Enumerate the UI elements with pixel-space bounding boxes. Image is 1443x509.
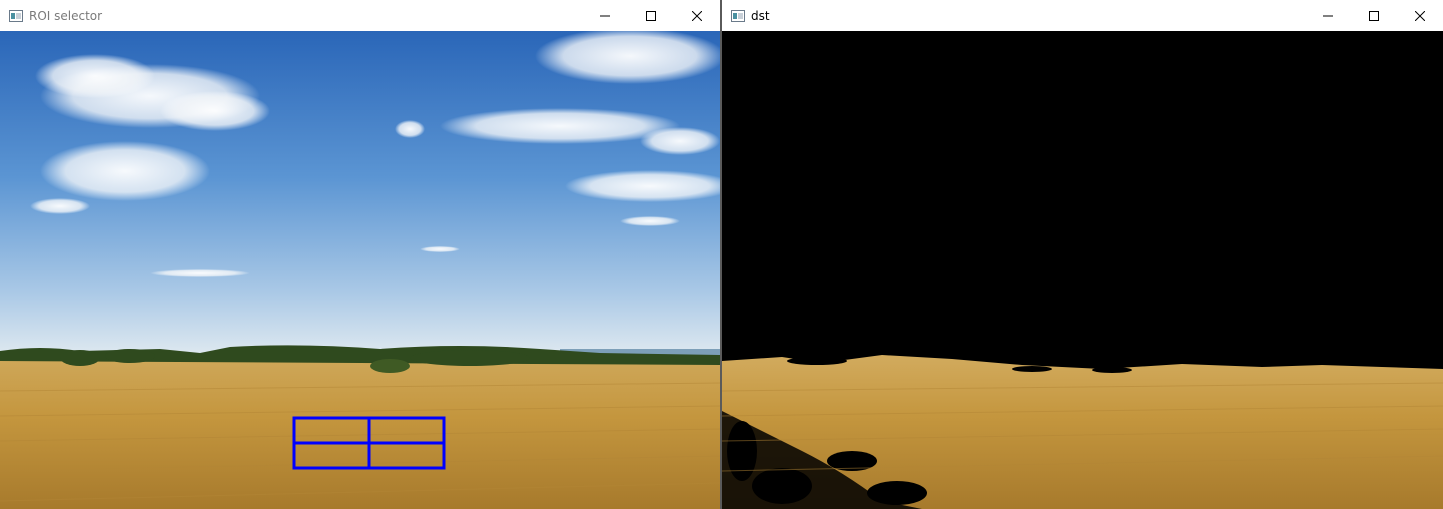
maximize-icon — [1369, 10, 1379, 21]
roi-selector-titlebar[interactable]: ROI selector — [0, 0, 720, 32]
app-window-icon — [731, 9, 745, 22]
roi-selector-window: ROI selector — [0, 0, 720, 509]
dst-image-canvas[interactable] — [722, 31, 1443, 509]
dst-titlebar[interactable]: dst — [722, 0, 1443, 32]
roi-image-canvas[interactable] — [0, 31, 720, 509]
minimize-button[interactable] — [1305, 0, 1351, 31]
landscape-image — [0, 31, 720, 509]
minimize-button[interactable] — [582, 0, 628, 31]
minimize-icon — [600, 15, 610, 16]
window-title: dst — [751, 8, 770, 23]
masked-field-image — [722, 31, 1443, 509]
close-icon — [1415, 10, 1425, 21]
close-button[interactable] — [1397, 0, 1443, 31]
app-window-icon — [9, 9, 23, 22]
window-title: ROI selector — [29, 8, 103, 23]
maximize-icon — [646, 10, 656, 21]
close-button[interactable] — [674, 0, 720, 31]
dst-window: dst — [722, 0, 1443, 509]
minimize-icon — [1323, 15, 1333, 16]
close-icon — [692, 10, 702, 21]
maximize-button[interactable] — [628, 0, 674, 31]
maximize-button[interactable] — [1351, 0, 1397, 31]
